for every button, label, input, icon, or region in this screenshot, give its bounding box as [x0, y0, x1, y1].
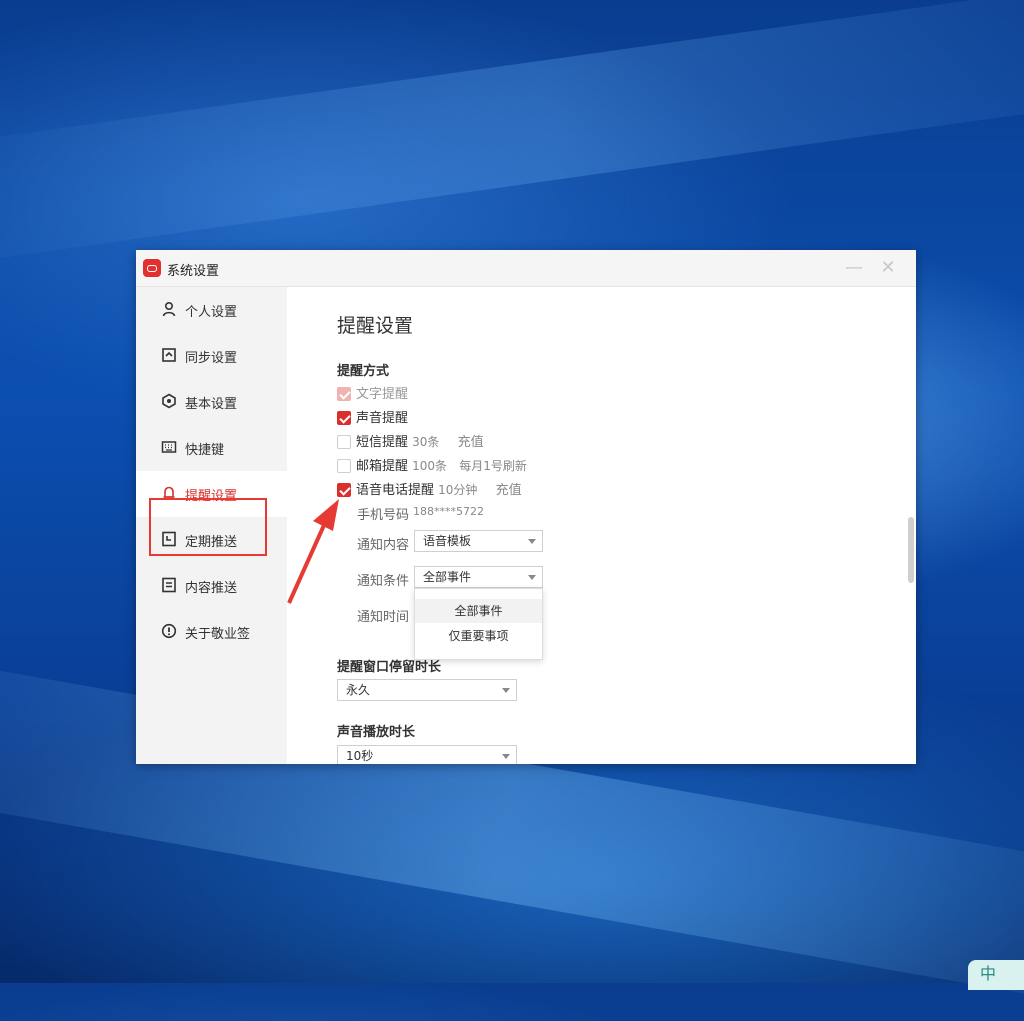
sidebar-item-label: 基本设置 — [185, 397, 238, 412]
option-label: 短信提醒 — [356, 435, 409, 450]
notify-content-select[interactable]: 语音模板 — [414, 530, 543, 552]
wallpaper-beam — [0, 0, 1024, 270]
sidebar: 个人设置 同步设置 基本设置 快捷键 提醒设置 定期推送 内容推送 关于敬业签 — [136, 287, 287, 764]
notify-condition-select[interactable]: 全部事件 — [414, 566, 543, 588]
window-duration-select[interactable]: 永久 — [337, 679, 517, 701]
notify-condition-dropdown: 全部事件 仅重要事项 — [414, 588, 543, 660]
scrollbar[interactable] — [908, 517, 914, 583]
notify-time-label: 通知时间 — [357, 610, 410, 625]
email-refresh-note: 每月1号刷新 — [459, 459, 527, 473]
select-value: 全部事件 — [423, 570, 472, 584]
annotation-arrow-icon — [287, 499, 339, 604]
highlight-box — [149, 498, 267, 556]
option-voice-reminder[interactable]: 语音电话提醒 10分钟 充值 — [337, 479, 522, 498]
app-logo-icon — [143, 259, 161, 277]
settings-window: 系统设置 — ✕ 个人设置 同步设置 基本设置 快捷键 提醒设置 定期推送 内容… — [136, 250, 916, 764]
chevron-down-icon — [502, 688, 510, 693]
voice-quota: 10分钟 — [438, 483, 478, 497]
voice-recharge-link[interactable]: 充值 — [496, 483, 522, 498]
option-label: 文字提醒 — [356, 387, 409, 402]
sidebar-item-shortcuts[interactable]: 快捷键 — [136, 425, 287, 471]
sync-icon — [161, 347, 177, 363]
select-value: 永久 — [346, 683, 371, 697]
phone-label: 手机号码 — [357, 508, 410, 523]
phone-number: 188****5722 — [413, 505, 484, 518]
sidebar-item-content-push[interactable]: 内容推送 — [136, 563, 287, 609]
checkbox-sms-reminder[interactable] — [337, 434, 351, 449]
sidebar-item-label: 关于敬业签 — [185, 627, 251, 642]
select-value: 10秒 — [346, 749, 374, 763]
sidebar-item-label: 快捷键 — [185, 443, 225, 458]
sidebar-item-label: 内容推送 — [185, 581, 238, 596]
chevron-down-icon — [528, 575, 536, 580]
sms-quota: 30条 — [412, 435, 440, 449]
settings-icon — [161, 393, 177, 409]
select-value: 语音模板 — [423, 534, 472, 548]
info-icon — [161, 623, 177, 639]
sidebar-item-sync[interactable]: 同步设置 — [136, 333, 287, 379]
notify-content-label: 通知内容 — [357, 538, 410, 553]
chevron-down-icon — [528, 539, 536, 544]
email-quota: 100条 — [412, 459, 448, 473]
checkbox-sound-reminder[interactable] — [337, 410, 351, 425]
checkbox-text-reminder[interactable] — [337, 386, 351, 401]
option-text-reminder[interactable]: 文字提醒 — [337, 383, 409, 402]
window-title: 系统设置 — [167, 264, 220, 279]
option-label: 邮箱提醒 — [356, 459, 409, 474]
sound-duration-select[interactable]: 10秒 — [337, 745, 517, 764]
option-label: 语音电话提醒 — [356, 483, 435, 498]
keyboard-icon — [161, 439, 177, 455]
ime-indicator[interactable]: 中 — [968, 960, 1024, 990]
section-sound-duration: 声音播放时长 — [337, 725, 416, 740]
notify-condition-label: 通知条件 — [357, 574, 410, 589]
dropdown-option-important-only[interactable]: 仅重要事项 — [415, 624, 542, 648]
sidebar-item-personal[interactable]: 个人设置 — [136, 287, 287, 333]
title-bar[interactable]: 系统设置 — ✕ — [136, 250, 916, 287]
minimize-button[interactable]: — — [842, 256, 866, 280]
close-button[interactable]: ✕ — [876, 256, 900, 280]
sms-recharge-link[interactable]: 充值 — [458, 435, 484, 450]
option-sound-reminder[interactable]: 声音提醒 — [337, 407, 409, 426]
sidebar-item-label: 同步设置 — [185, 351, 238, 366]
person-icon — [161, 301, 177, 317]
reminder-settings-panel: 提醒设置 提醒方式 文字提醒 声音提醒 短信提醒 30条 充值 邮箱提醒 100… — [287, 287, 916, 764]
option-email-reminder[interactable]: 邮箱提醒 100条 每月1号刷新 — [337, 455, 527, 474]
checkbox-email-reminder[interactable] — [337, 458, 351, 473]
dropdown-option-all-events[interactable]: 全部事件 — [415, 599, 542, 623]
section-reminder-method: 提醒方式 — [337, 364, 390, 379]
chevron-down-icon — [502, 754, 510, 759]
option-sms-reminder[interactable]: 短信提醒 30条 充值 — [337, 431, 484, 450]
doc-icon — [161, 577, 177, 593]
sidebar-item-label: 个人设置 — [185, 305, 238, 320]
sidebar-item-about[interactable]: 关于敬业签 — [136, 609, 287, 655]
sidebar-item-basic[interactable]: 基本设置 — [136, 379, 287, 425]
option-label: 声音提醒 — [356, 411, 409, 426]
page-title: 提醒设置 — [337, 315, 414, 337]
